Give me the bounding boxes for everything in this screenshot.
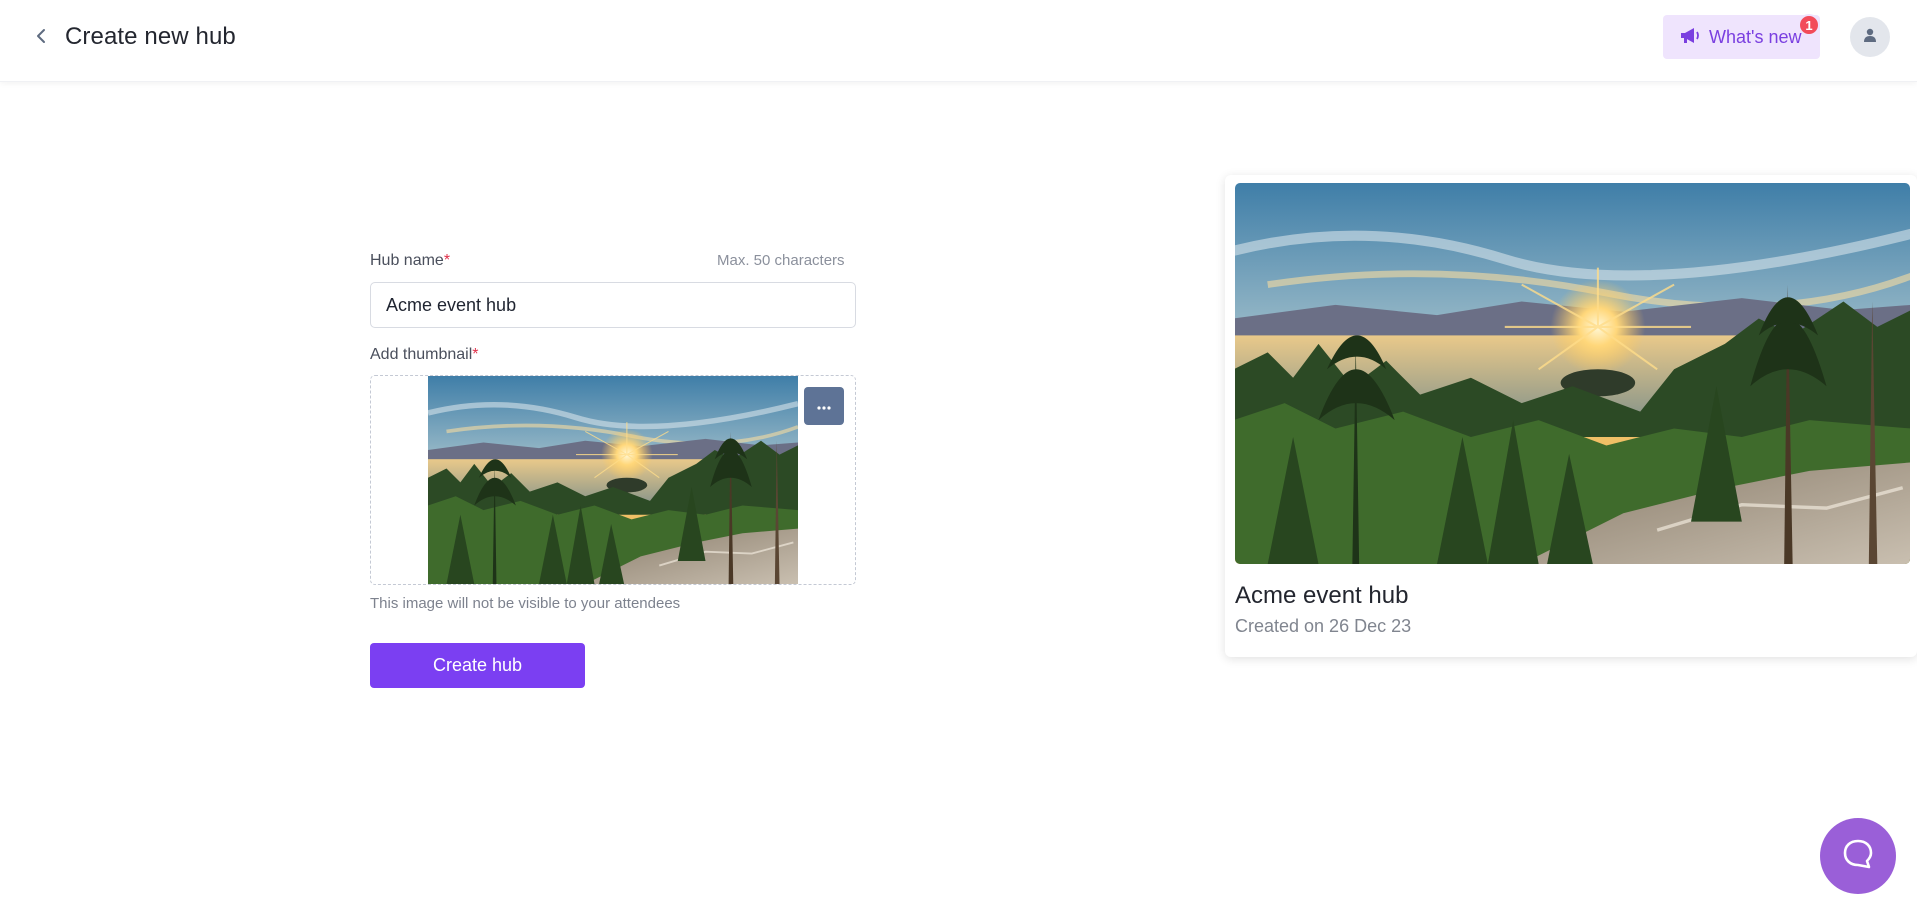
top-header: Create new hub What's new 1	[0, 0, 1917, 82]
notification-badge: 1	[1798, 14, 1820, 36]
back-button[interactable]	[28, 24, 56, 52]
thumbnail-image	[428, 376, 798, 584]
chat-launcher-button[interactable]	[1820, 818, 1896, 894]
preview-created-date: Created on 26 Dec 23	[1235, 616, 1412, 636]
hub-preview-card: Acme event hub Created on 26 Dec 23	[1225, 175, 1917, 657]
required-mark: *	[472, 346, 479, 363]
page-title: Create new hub	[65, 23, 236, 50]
thumbnail-hint: This image will not be visible to your a…	[370, 595, 681, 612]
thumbnail-dropzone[interactable]	[370, 375, 856, 585]
thumbnail-label: Add thumbnail*	[370, 346, 479, 364]
thumbnail-label-text: Add thumbnail	[370, 346, 473, 363]
required-mark: *	[443, 252, 451, 269]
max-characters-hint: Max. 50 characters	[717, 252, 845, 269]
preview-image	[1235, 183, 1910, 564]
user-avatar[interactable]	[1850, 17, 1890, 57]
more-horizontal-icon	[817, 397, 831, 415]
chat-bubble-icon	[1841, 837, 1875, 876]
thumbnail-options-button[interactable]	[804, 387, 844, 425]
create-hub-button[interactable]: Create hub	[370, 643, 585, 688]
hub-name-label: Hub name*	[370, 252, 450, 270]
chevron-left-icon	[35, 28, 49, 49]
whats-new-button[interactable]: What's new	[1663, 15, 1820, 59]
user-icon	[1862, 27, 1878, 48]
hub-name-label-text: Hub name	[370, 252, 444, 269]
hub-name-input[interactable]	[370, 282, 856, 328]
whats-new-label: What's new	[1709, 26, 1802, 47]
megaphone-icon	[1679, 25, 1701, 50]
preview-title: Acme event hub	[1235, 582, 1409, 609]
